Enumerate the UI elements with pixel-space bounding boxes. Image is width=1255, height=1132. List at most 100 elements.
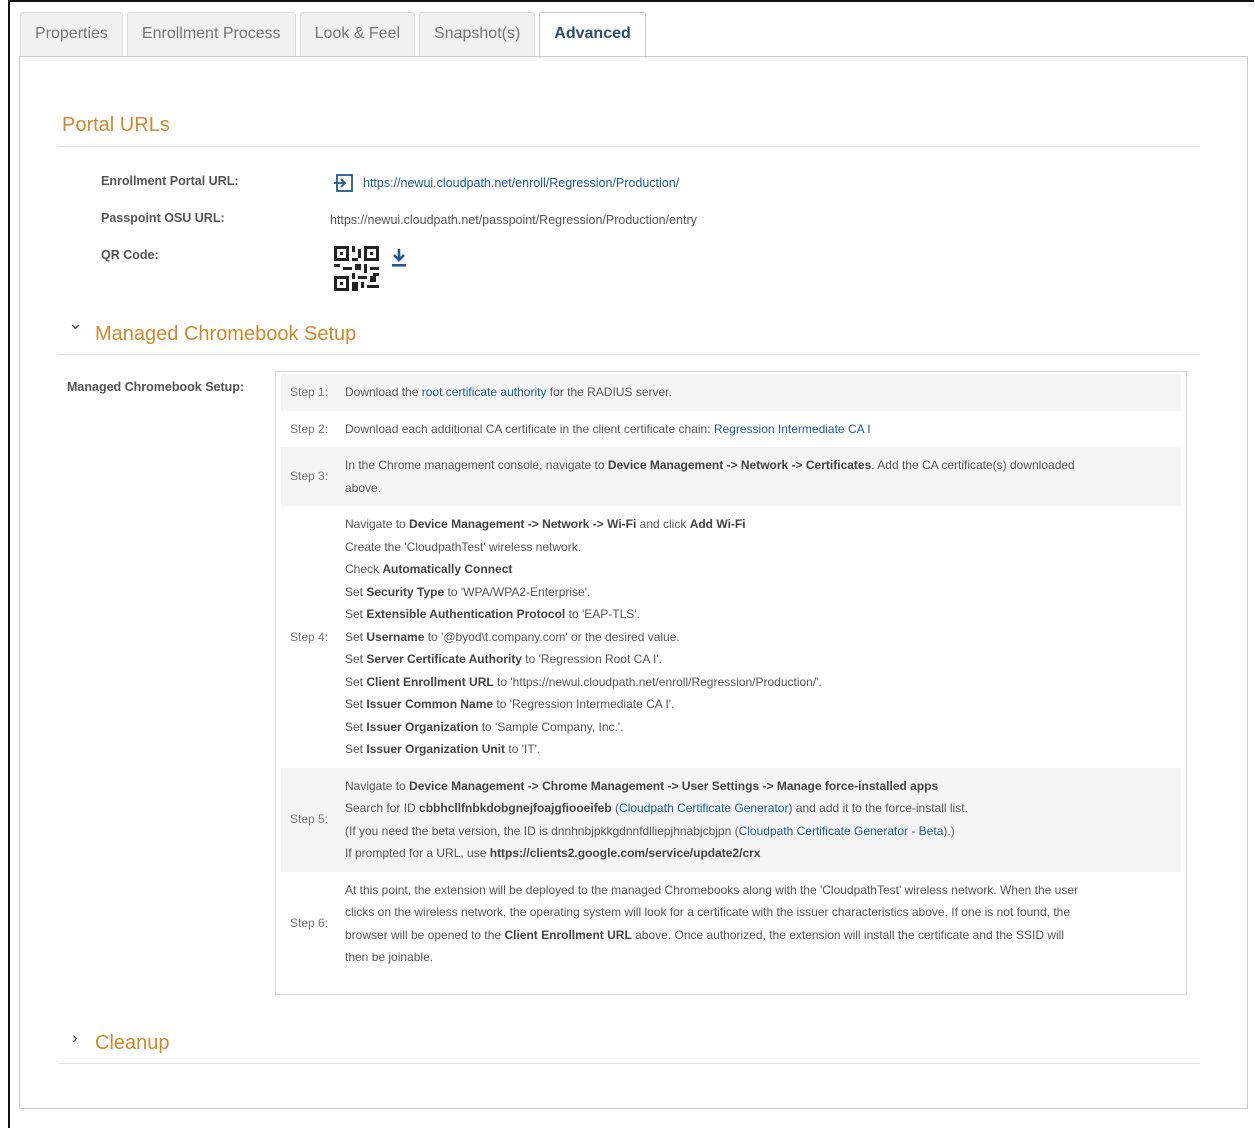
step-text: Download each additional CA certificate … [345, 411, 1181, 448]
text: Set [345, 652, 367, 666]
steps-table: Step 1: Download the root certificate au… [275, 371, 1187, 995]
text: to 'Regression Intermediate CA I'. [493, 697, 675, 711]
text: cbbhcllfnbkdobgnejfoajgfiooeifeb [419, 801, 612, 815]
text: Client Enrollment URL [366, 674, 494, 689]
step-text: In the Chrome management console, naviga… [345, 447, 1181, 506]
text: for the RADIUS server. [546, 385, 672, 399]
step-number: Step 6: [290, 916, 329, 931]
text: (If you need the beta version, the ID is… [345, 823, 739, 838]
enrollment-url-label: Enrollment Portal URL: [101, 174, 239, 188]
text: to 'https://newui.cloudpath.net/enroll/R… [493, 674, 822, 689]
step-text: Download the root certificate authority … [345, 374, 1181, 411]
text: Set [345, 584, 367, 599]
text: Check [345, 562, 383, 576]
enrollment-url-link[interactable]: https://newui.cloudpath.net/enroll/Regre… [363, 176, 679, 190]
chromebook-heading[interactable]: Managed Chromebook Setup [95, 323, 356, 346]
download-icon[interactable] [390, 248, 408, 268]
text: Set [345, 697, 367, 711]
text: Set [345, 719, 367, 734]
step-row: Step 2: Download each additional CA cert… [281, 411, 1181, 448]
text: Issuer Organization [366, 719, 479, 734]
text: ( [611, 801, 620, 815]
tab-look-and-feel[interactable]: Look & Feel [299, 12, 416, 56]
step-text: At this point, the extension will be dep… [345, 872, 1181, 976]
text: https://clients2.google.com/service/upda… [489, 846, 761, 860]
chromebook-setup-label: Managed Chromebook Setup: [67, 380, 245, 394]
divider [58, 354, 1200, 355]
tab-snapshots[interactable]: Snapshot(s) [419, 12, 536, 56]
step-row: Step 1: Download the root certificate au… [281, 374, 1181, 411]
text: Set [345, 674, 367, 689]
text: Create the 'CloudpathTest' wireless netw… [345, 539, 582, 554]
text: Search for ID [345, 801, 420, 815]
step-row: Step 3: In the Chrome management console… [281, 447, 1181, 506]
text: Extensible Authentication Protocol [366, 607, 566, 621]
text: Security Type [366, 584, 445, 599]
step-row: Step 6: At this point, the extension wil… [281, 872, 1181, 976]
tab-bar: Properties Enrollment Process Look & Fee… [20, 12, 646, 58]
text: to 'EAP-TLS'. [565, 607, 640, 621]
text: ) and add it to the force-install list. [788, 801, 968, 815]
text: above. [345, 480, 382, 495]
step-row: Step 5: Navigate to Device Management ->… [281, 767, 1181, 872]
text: Navigate to [345, 778, 410, 793]
qr-code-label: QR Code: [101, 248, 159, 262]
step-text: Navigate to Device Management -> Chrome … [345, 768, 1181, 872]
text: then be joinable. [345, 950, 434, 964]
divider [58, 146, 1200, 147]
text: At this point, the extension will be dep… [345, 882, 1078, 897]
cert-generator-link[interactable]: Cloudpath Certificate Generator [619, 801, 788, 815]
text: Download each additional CA certificate … [345, 421, 714, 436]
text: Add Wi-Fi [689, 517, 746, 531]
text: to 'Sample Company, Inc.'. [478, 719, 624, 734]
text: Download the [345, 385, 422, 399]
chevron-down-icon[interactable]: ⌄ [68, 313, 83, 334]
text: to 'Regression Root CA I'. [521, 652, 662, 666]
tab-properties[interactable]: Properties [20, 12, 123, 56]
text: Issuer Common Name [366, 697, 494, 711]
cleanup-heading[interactable]: Cleanup [95, 1032, 170, 1055]
text: and click [636, 517, 690, 531]
text: Set [345, 629, 367, 644]
text: Navigate to [345, 517, 410, 531]
intermediate-ca-link[interactable]: Regression Intermediate CA I [714, 422, 871, 436]
text: Set [345, 742, 367, 756]
text: browser will be opened to the [345, 927, 505, 942]
text: Issuer Organization Unit [366, 742, 506, 756]
text: clicks on the wireless network, the oper… [345, 905, 1070, 919]
divider [58, 1063, 1200, 1064]
step-number: Step 5: [290, 812, 329, 827]
text: to 'WPA/WPA2-Enterprise'. [444, 584, 591, 599]
text: to '@byod\t.company.com' or the desired … [424, 629, 680, 644]
text: Server Certificate Authority [366, 652, 522, 666]
root-ca-link[interactable]: root certificate authority [422, 385, 547, 399]
passpoint-url-label: Passpoint OSU URL: [101, 211, 225, 225]
text: Username [366, 629, 425, 644]
text: Set [345, 607, 367, 621]
text: ).) [943, 823, 955, 838]
text: . Add the CA certificate(s) downloaded [871, 458, 1075, 472]
portal-urls-heading: Portal URLs [62, 114, 170, 136]
text: above. Once authorized, the extension wi… [631, 927, 1065, 942]
step-number: Step 4: [290, 629, 329, 644]
step-number: Step 1: [290, 385, 329, 399]
text: Client Enrollment URL [504, 927, 632, 942]
text: Device Management -> Network -> Wi-Fi [409, 517, 637, 531]
step-row: Step 4: Navigate to Device Management ->… [281, 506, 1181, 768]
tab-advanced[interactable]: Advanced [539, 12, 646, 58]
tab-enrollment-process[interactable]: Enrollment Process [126, 12, 296, 56]
open-external-icon[interactable] [333, 172, 355, 194]
step-text: Navigate to Device Management -> Network… [345, 506, 1181, 768]
text: to 'IT'. [505, 742, 541, 756]
chevron-right-icon[interactable]: › [72, 1028, 78, 1048]
step-number: Step 2: [290, 421, 329, 436]
qr-code-image [334, 246, 379, 291]
text: Device Management -> Network -> Certific… [607, 458, 872, 472]
text: Automatically Connect [382, 562, 513, 576]
text: Device Management -> Chrome Management -… [409, 778, 939, 793]
step-number: Step 3: [290, 469, 329, 484]
cert-generator-beta-link[interactable]: Cloudpath Certificate Generator - Beta [739, 824, 944, 838]
passpoint-url-value: https://newui.cloudpath.net/passpoint/Re… [330, 213, 697, 227]
text: In the Chrome management console, naviga… [345, 458, 608, 472]
text: If prompted for a URL, use [345, 846, 490, 860]
